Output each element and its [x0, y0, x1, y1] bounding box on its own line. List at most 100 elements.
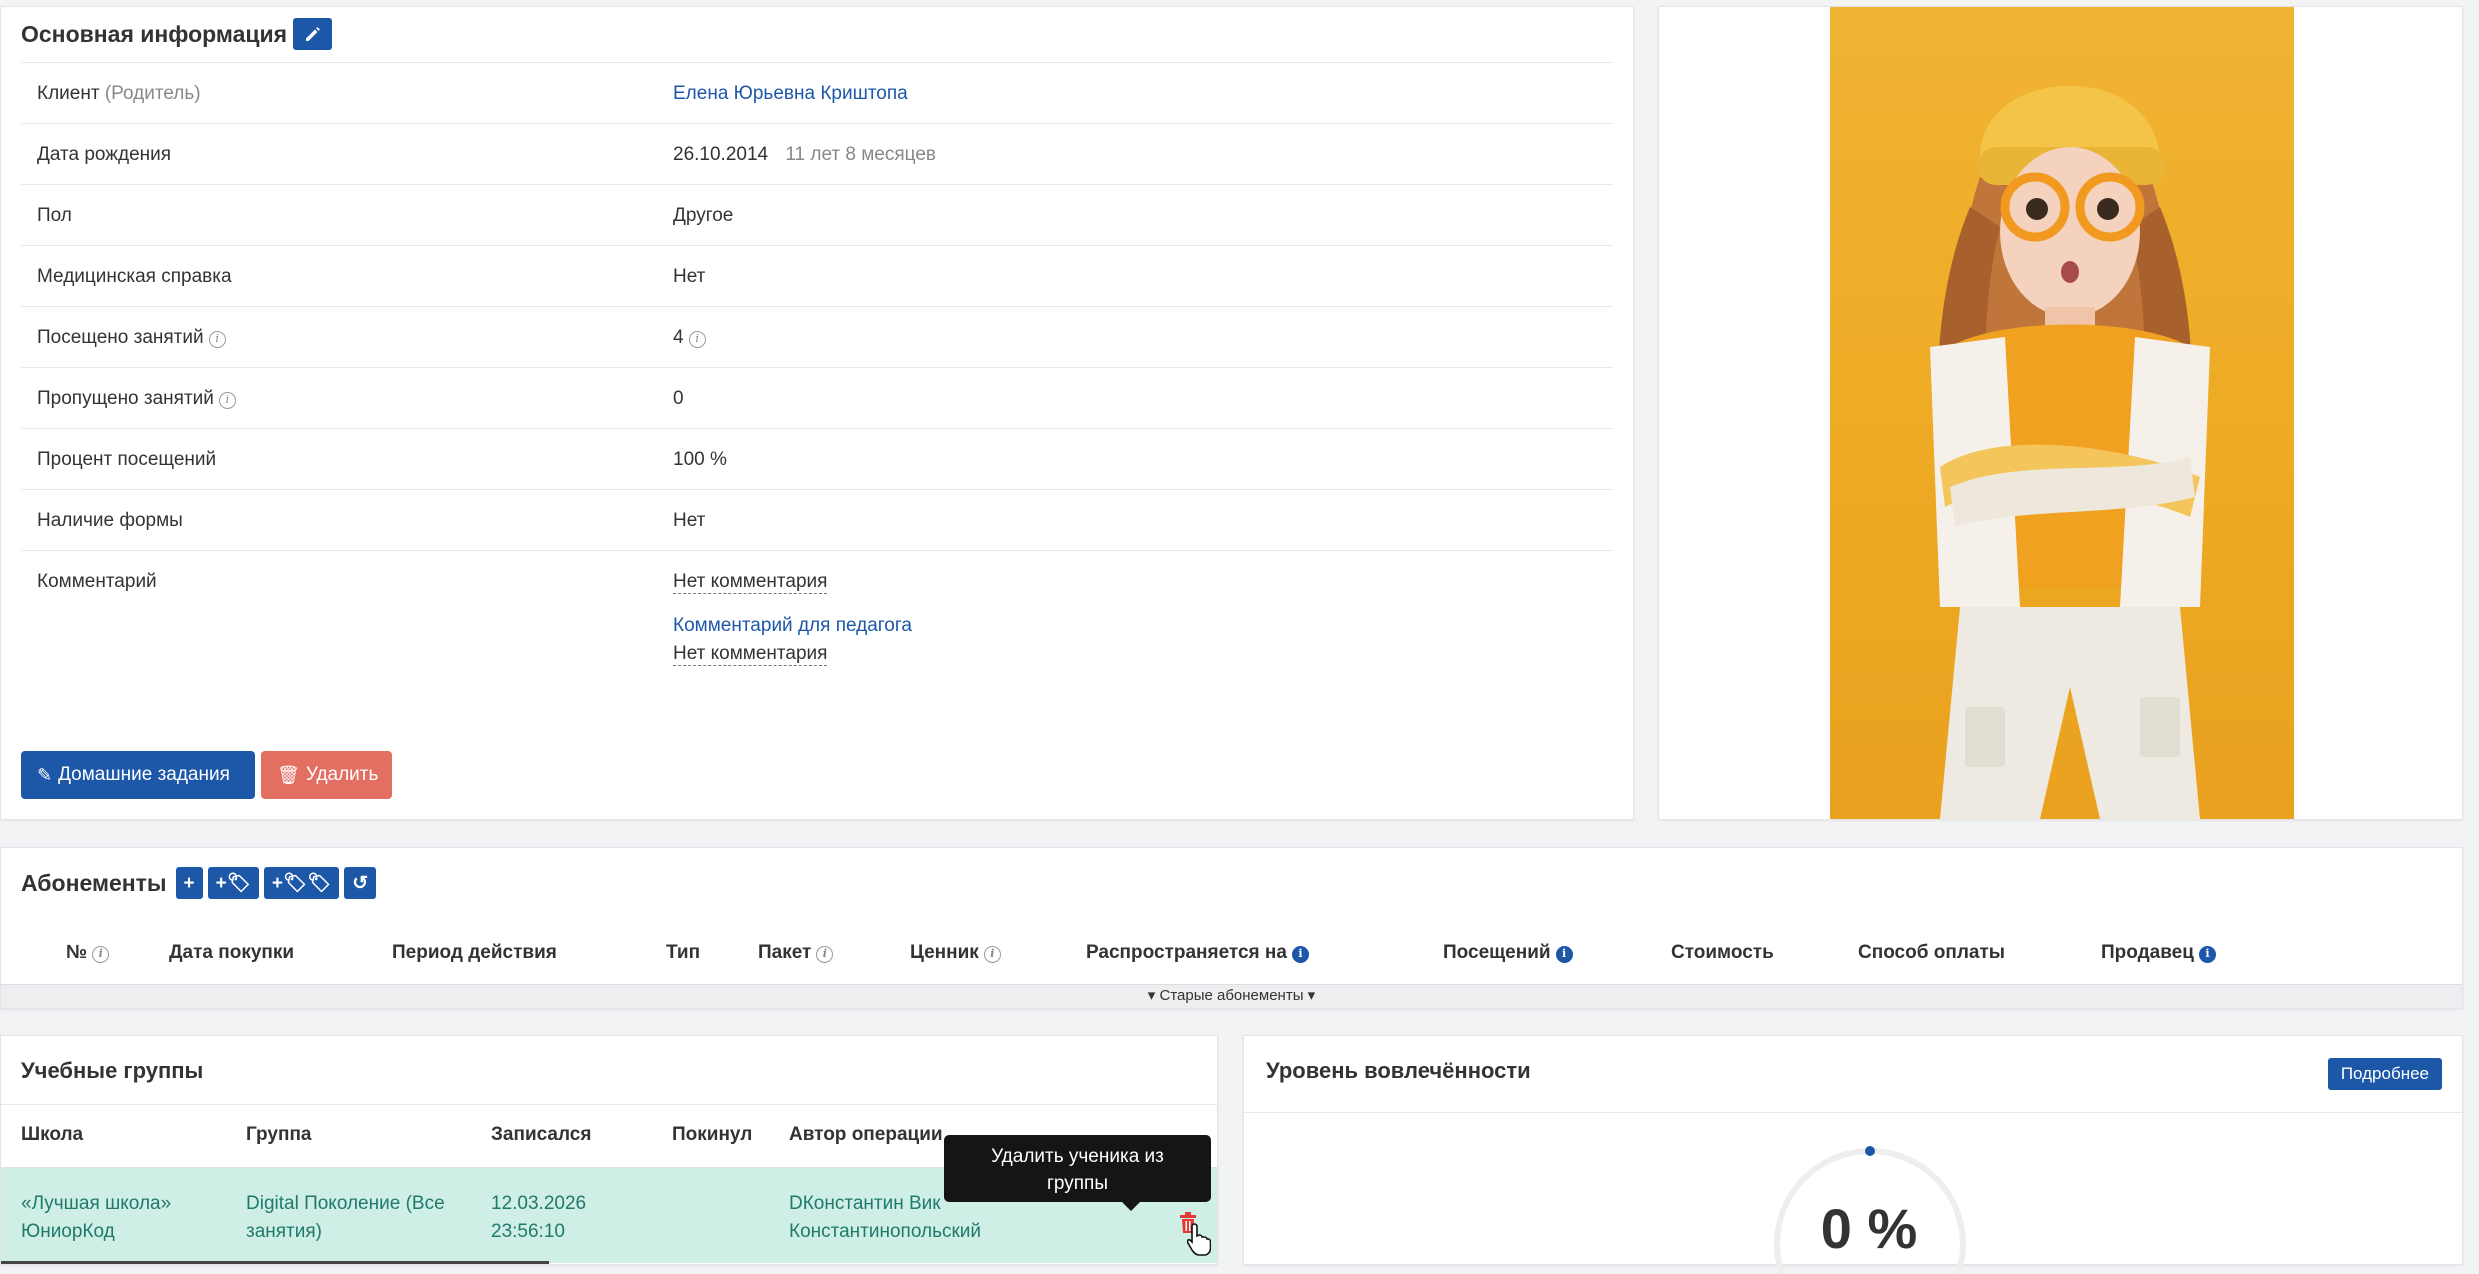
- remove-from-group-tooltip: Удалить ученика из группы: [944, 1135, 1211, 1211]
- avatar-illustration: [1930, 85, 2210, 819]
- client-label: Клиент: [37, 83, 100, 104]
- col-author: Автор операции: [789, 1124, 943, 1145]
- attended-label: Посещено занятий: [37, 327, 204, 348]
- groups-title: Учебные группы: [21, 1058, 204, 1083]
- comment-value[interactable]: Нет комментария: [673, 571, 828, 594]
- col-payment-method: Способ оплаты: [1858, 942, 2005, 963]
- caret-down-icon: ▾: [1147, 987, 1156, 1004]
- engagement-value: 0 %: [1820, 1197, 1918, 1260]
- caret-down-icon: ▾: [1307, 987, 1316, 1004]
- subscriptions-table-header: № i Дата покупки Период действия Тип Паке…: [1, 942, 2462, 970]
- engagement-title: Уровень вовлечённости: [1266, 1058, 1531, 1083]
- info-icon[interactable]: i: [92, 946, 110, 963]
- gender-value: Другое: [673, 205, 734, 226]
- gender-label: Пол: [37, 205, 72, 226]
- comment-label: Комментарий: [37, 571, 157, 592]
- add-tagged-subscription-button[interactable]: +🏷: [207, 867, 259, 899]
- medical-label: Медицинская справка: [37, 266, 232, 287]
- info-row-medical: Медицинская справка Нет: [21, 245, 1613, 306]
- hand-cursor-icon: [1187, 1223, 1211, 1256]
- group-link[interactable]: Digital Поколение (Все занятия): [246, 1190, 445, 1246]
- missed-label: Пропущено занятий: [37, 388, 214, 409]
- horizontal-scrollbar[interactable]: [1, 1261, 549, 1264]
- col-package: Пакет: [758, 942, 812, 963]
- info-row-attendance-percent: Процент посещений 100 %: [21, 428, 1613, 489]
- subscriptions-header: Абонементы + +🏷 +🏷🏷 ↺: [1, 848, 2462, 918]
- plus-tag-icon: +🏷: [215, 872, 251, 894]
- col-type: Тип: [666, 942, 701, 963]
- attendance-percent-label: Процент посещений: [37, 449, 217, 470]
- info-row-gender: Пол Другое: [21, 184, 1613, 245]
- student-photo: [1830, 7, 2294, 819]
- plus-tags-icon: +🏷🏷: [271, 872, 332, 894]
- info-row-attended: Посещено занятий i 4i: [21, 306, 1613, 367]
- history-button[interactable]: ↺: [344, 867, 377, 899]
- divider: [1244, 1112, 2462, 1113]
- col-validity: Период действия: [392, 942, 557, 963]
- age-value: 11 лет 8 месяцев: [785, 144, 936, 165]
- col-purchase-date: Дата покупки: [169, 942, 295, 963]
- uniform-label: Наличие формы: [37, 510, 183, 531]
- attended-value: 4: [673, 327, 684, 348]
- photo-panel: [1658, 6, 2463, 820]
- client-link[interactable]: Елена Юрьевна Криштопа: [673, 83, 908, 105]
- school-link[interactable]: «Лучшая школа» ЮниорКод: [21, 1190, 171, 1246]
- teacher-comment-value[interactable]: Нет комментария: [673, 643, 828, 666]
- uniform-value: Нет: [673, 510, 706, 531]
- info-row-client: Клиент (Родитель) Елена Юрьевна Криштопа: [21, 62, 1613, 123]
- pencil-icon: ✎: [37, 764, 53, 785]
- col-number: №: [66, 942, 88, 963]
- trash-icon: 🗑: [277, 764, 300, 785]
- homework-button[interactable]: ✎ Домашние задания: [21, 751, 255, 799]
- info-icon[interactable]: i: [218, 392, 236, 409]
- info-icon[interactable]: i: [816, 946, 834, 963]
- divider: [1, 1104, 1217, 1105]
- col-group: Группа: [246, 1124, 312, 1145]
- info-icon[interactable]: i: [688, 331, 706, 348]
- edit-button[interactable]: [293, 18, 333, 50]
- col-price-tag: Ценник: [910, 942, 979, 963]
- gauge-indicator: [1865, 1146, 1875, 1156]
- col-cost: Стоимость: [1671, 942, 1774, 963]
- info-row-uniform: Наличие формы Нет: [21, 489, 1613, 550]
- info-icon[interactable]: i: [1291, 946, 1309, 963]
- engagement-panel: Уровень вовлечённости Подробнее 0 %: [1243, 1035, 2463, 1274]
- old-subscriptions-label: Старые абонементы: [1159, 987, 1304, 1004]
- joined-value: 12.03.2026 23:56:10: [491, 1193, 587, 1242]
- missed-value: 0: [673, 388, 684, 409]
- add-subscription-button[interactable]: +: [175, 867, 203, 899]
- col-seller: Продавец: [2101, 942, 2194, 963]
- client-role-label: (Родитель): [104, 83, 201, 104]
- main-info-title: Основная информация: [21, 20, 288, 47]
- subscriptions-panel: Абонементы + +🏷 +🏷🏷 ↺ № i Дата покупки Пе…: [0, 847, 2463, 1009]
- info-row-birthdate: Дата рождения 26.10.2014 11 лет 8 месяце…: [21, 123, 1613, 184]
- pencil-icon: [305, 27, 320, 41]
- info-icon[interactable]: i: [2198, 946, 2216, 963]
- col-applies-to: Распространяется на: [1086, 942, 1287, 963]
- attendance-percent-value: 100 %: [673, 449, 727, 470]
- main-info-header: Основная информация: [1, 7, 1633, 61]
- delete-button-label: Удалить: [305, 764, 379, 785]
- homework-button-label: Домашние задания: [58, 764, 230, 785]
- col-school: Школа: [21, 1124, 84, 1145]
- add-multi-tag-subscription-button[interactable]: +🏷🏷: [263, 867, 340, 899]
- main-info-panel: Основная информация Клиент (Родитель) Ел…: [0, 6, 1634, 820]
- info-row-comment: Комментарий Нет комментария Комментарий …: [21, 550, 1613, 730]
- history-icon: ↺: [352, 872, 369, 894]
- col-left: Покинул: [672, 1124, 753, 1145]
- details-button[interactable]: Подробнее: [2327, 1058, 2442, 1090]
- info-row-missed: Пропущено занятий i 0: [21, 367, 1613, 428]
- info-icon[interactable]: i: [983, 946, 1001, 963]
- old-subscriptions-toggle[interactable]: ▾ Старые абонементы ▾: [1, 984, 2462, 1008]
- col-visits: Посещений: [1443, 942, 1551, 963]
- info-icon[interactable]: i: [208, 331, 226, 348]
- info-table: Клиент (Родитель) Елена Юрьевна Криштопа…: [21, 62, 1613, 730]
- birthdate-value: 26.10.2014: [673, 144, 769, 165]
- plus-icon: +: [183, 872, 195, 894]
- delete-button[interactable]: 🗑 Удалить: [261, 751, 392, 799]
- subscriptions-title: Абонементы: [21, 869, 167, 896]
- medical-value: Нет: [673, 266, 706, 287]
- birthdate-label: Дата рождения: [37, 144, 172, 165]
- teacher-comment-label: Комментарий для педагога: [673, 615, 912, 636]
- info-icon[interactable]: i: [1555, 946, 1573, 963]
